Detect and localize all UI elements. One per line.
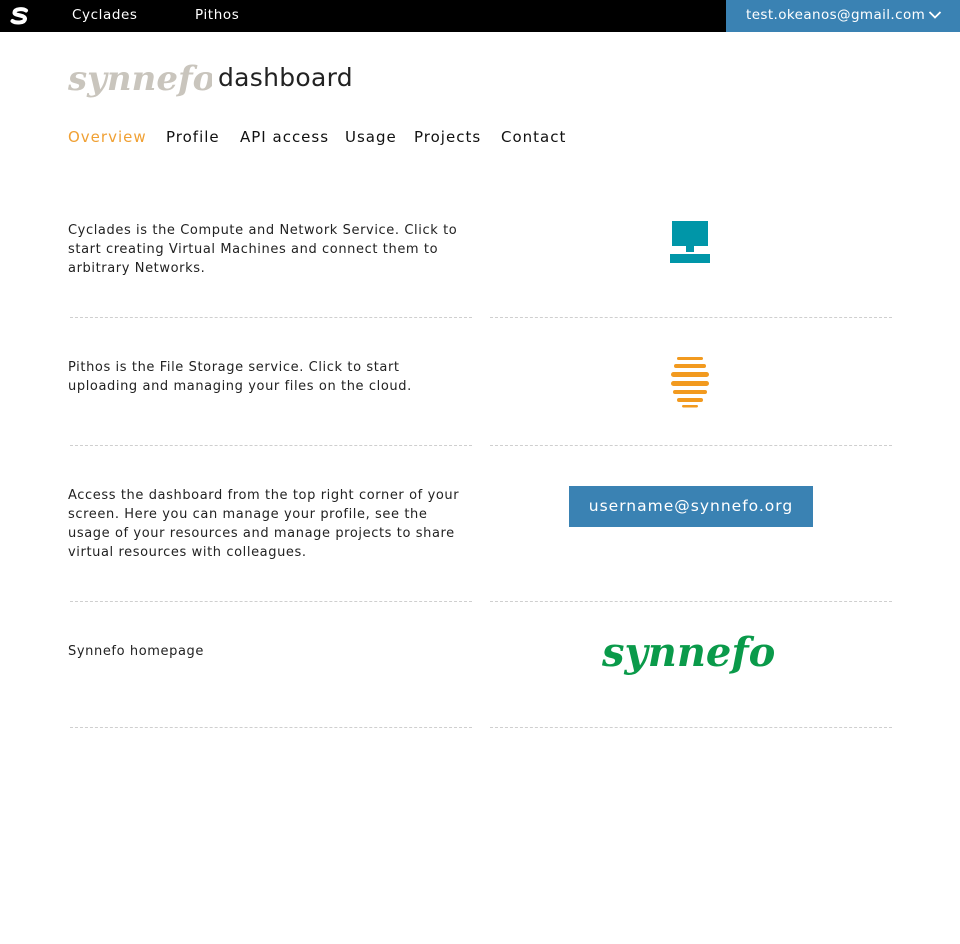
username-button[interactable]: username@synnefo.org — [569, 486, 813, 527]
synnefo-green-logo[interactable]: synnefo — [600, 632, 784, 692]
chevron-down-icon — [928, 11, 942, 19]
dashboard-description: Access the dashboard from the top right … — [68, 488, 460, 560]
nav-item-projects[interactable]: Projects — [414, 128, 481, 146]
nav-item-overview[interactable]: Overview — [68, 128, 147, 146]
pithos-storage-icon[interactable] — [670, 356, 710, 408]
nav-item-usage[interactable]: Usage — [345, 128, 397, 146]
user-menu[interactable]: test.okeanos@gmail.com — [726, 0, 960, 32]
page-title: dashboard — [218, 63, 353, 92]
user-email: test.okeanos@gmail.com — [746, 7, 926, 23]
pithos-description: Pithos is the File Storage service. Clic… — [68, 360, 412, 394]
row-dashboard-access: Access the dashboard from the top right … — [68, 484, 892, 602]
nav-item-api-access[interactable]: API access — [240, 128, 329, 146]
divider — [70, 727, 472, 728]
row-cyclades: Cyclades is the Compute and Network Serv… — [68, 220, 892, 318]
homepage-description: Synnefo homepage — [68, 644, 205, 659]
divider — [490, 445, 892, 446]
brand-wordmark-text: synnefo — [68, 62, 212, 99]
divider — [70, 317, 472, 318]
synnefo-s-icon[interactable] — [9, 6, 31, 26]
service-link-cyclades[interactable]: Cyclades — [72, 7, 138, 23]
divider — [70, 601, 472, 602]
cyclades-description: Cyclades is the Compute and Network Serv… — [68, 223, 458, 276]
divider — [490, 317, 892, 318]
cyclades-monitor-icon[interactable] — [668, 220, 712, 264]
row-synnefo-homepage: Synnefo homepage synnefo — [68, 632, 892, 728]
divider — [490, 727, 892, 728]
divider — [70, 445, 472, 446]
divider — [490, 601, 892, 602]
nav-item-profile[interactable]: Profile — [166, 128, 220, 146]
service-link-pithos[interactable]: Pithos — [195, 7, 239, 23]
homepage-logo-text: synnefo — [601, 632, 775, 676]
row-pithos: Pithos is the File Storage service. Clic… — [68, 356, 892, 446]
synnefo-wordmark-logo[interactable]: synnefo — [68, 62, 212, 108]
nav-item-contact[interactable]: Contact — [501, 128, 566, 146]
top-bar: Cyclades Pithos test.okeanos@gmail.com — [0, 0, 960, 32]
